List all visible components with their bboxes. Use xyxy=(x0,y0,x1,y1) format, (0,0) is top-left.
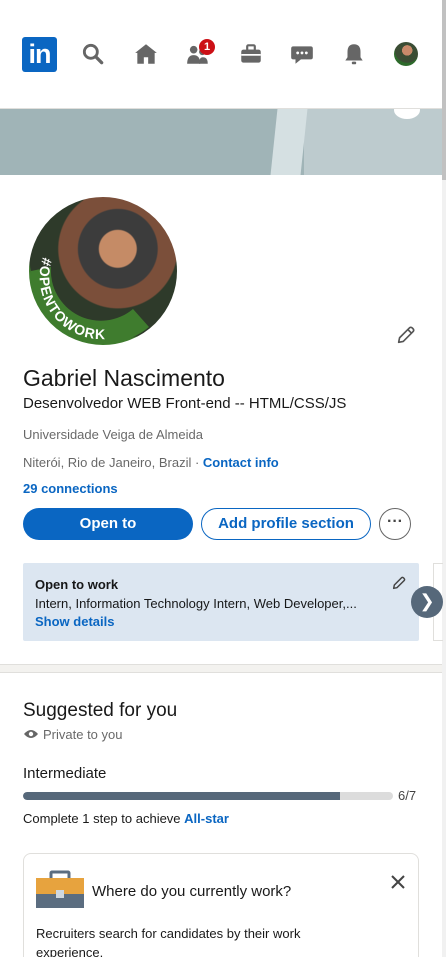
carousel-next-button[interactable]: ❯ xyxy=(411,586,443,618)
jobs-icon[interactable] xyxy=(238,41,264,67)
profile-strength-count: 6/7 xyxy=(398,788,417,803)
profile-strength-fill xyxy=(23,792,341,800)
eye-icon xyxy=(24,730,38,738)
opentowork-frame: #OPENTOWORK xyxy=(30,256,150,344)
scrollbar-thumb[interactable] xyxy=(442,0,446,180)
location-text: Niterói, Rio de Janeiro, Brazil xyxy=(23,455,192,470)
more-actions-button[interactable]: ··· xyxy=(379,508,411,540)
pencil-icon[interactable] xyxy=(391,575,407,591)
open-to-work-card[interactable]: Open to work Intern, Information Technol… xyxy=(23,563,419,641)
section-gap xyxy=(0,664,442,673)
allstar-text: Complete 1 step to achieve xyxy=(23,811,185,826)
profile-headline: Desenvolvedor WEB Front-end -- HTML/CSS/… xyxy=(23,395,347,412)
banner-shape xyxy=(304,109,442,175)
location-separator: · xyxy=(191,455,203,470)
banner-shape xyxy=(0,109,280,175)
svg-text:#OPENTOWORK: #OPENTOWORK xyxy=(36,256,106,342)
me-avatar[interactable] xyxy=(394,42,418,66)
scrollbar[interactable] xyxy=(442,0,446,957)
search-icon[interactable] xyxy=(80,41,106,67)
notifications-icon[interactable] xyxy=(341,41,367,67)
top-nav: in 1 xyxy=(0,0,446,108)
connections-link[interactable]: 29 connections xyxy=(23,481,118,496)
allstar-hint: Complete 1 step to achieve All-star xyxy=(23,811,229,826)
profile-strength-level: Intermediate xyxy=(23,765,107,782)
linkedin-logo[interactable]: in xyxy=(22,37,57,72)
open-to-button[interactable]: Open to xyxy=(23,508,193,540)
profile-education[interactable]: Universidade Veiga de Almeida xyxy=(23,427,203,442)
notification-badge: 1 xyxy=(199,39,215,55)
my-network-icon[interactable]: 1 xyxy=(185,39,215,67)
work-question: Where do you currently work? xyxy=(92,883,292,900)
suggested-title: Suggested for you xyxy=(23,700,178,721)
open-to-work-title: Open to work xyxy=(35,577,119,592)
private-indicator: Private to you xyxy=(23,727,123,742)
work-description: Recruiters search for candidates by thei… xyxy=(36,926,301,957)
contact-info-link[interactable]: Contact info xyxy=(203,455,279,470)
profile-banner[interactable] xyxy=(0,109,442,175)
profile-strength-bar xyxy=(23,792,393,800)
messaging-icon[interactable] xyxy=(289,41,315,67)
edit-profile-icon[interactable] xyxy=(395,324,417,346)
close-icon[interactable] xyxy=(390,874,406,890)
show-details-link[interactable]: Show details xyxy=(35,614,407,629)
current-work-card: Where do you currently work? Recruiters … xyxy=(23,853,419,957)
profile-location: Niterói, Rio de Janeiro, Brazil · Contac… xyxy=(23,455,279,470)
opentowork-text: #OPENTOWORK xyxy=(36,256,105,342)
allstar-link[interactable]: All-star xyxy=(184,811,229,826)
open-to-work-roles: Intern, Information Technology Intern, W… xyxy=(35,596,357,611)
banner-shape xyxy=(270,109,308,175)
private-text: Private to you xyxy=(43,727,123,742)
home-icon[interactable] xyxy=(133,41,159,67)
briefcase-icon xyxy=(36,870,84,908)
add-profile-section-button[interactable]: Add profile section xyxy=(201,508,371,540)
profile-photo[interactable]: #OPENTOWORK xyxy=(27,195,179,347)
profile-name: Gabriel Nascimento xyxy=(23,365,225,391)
